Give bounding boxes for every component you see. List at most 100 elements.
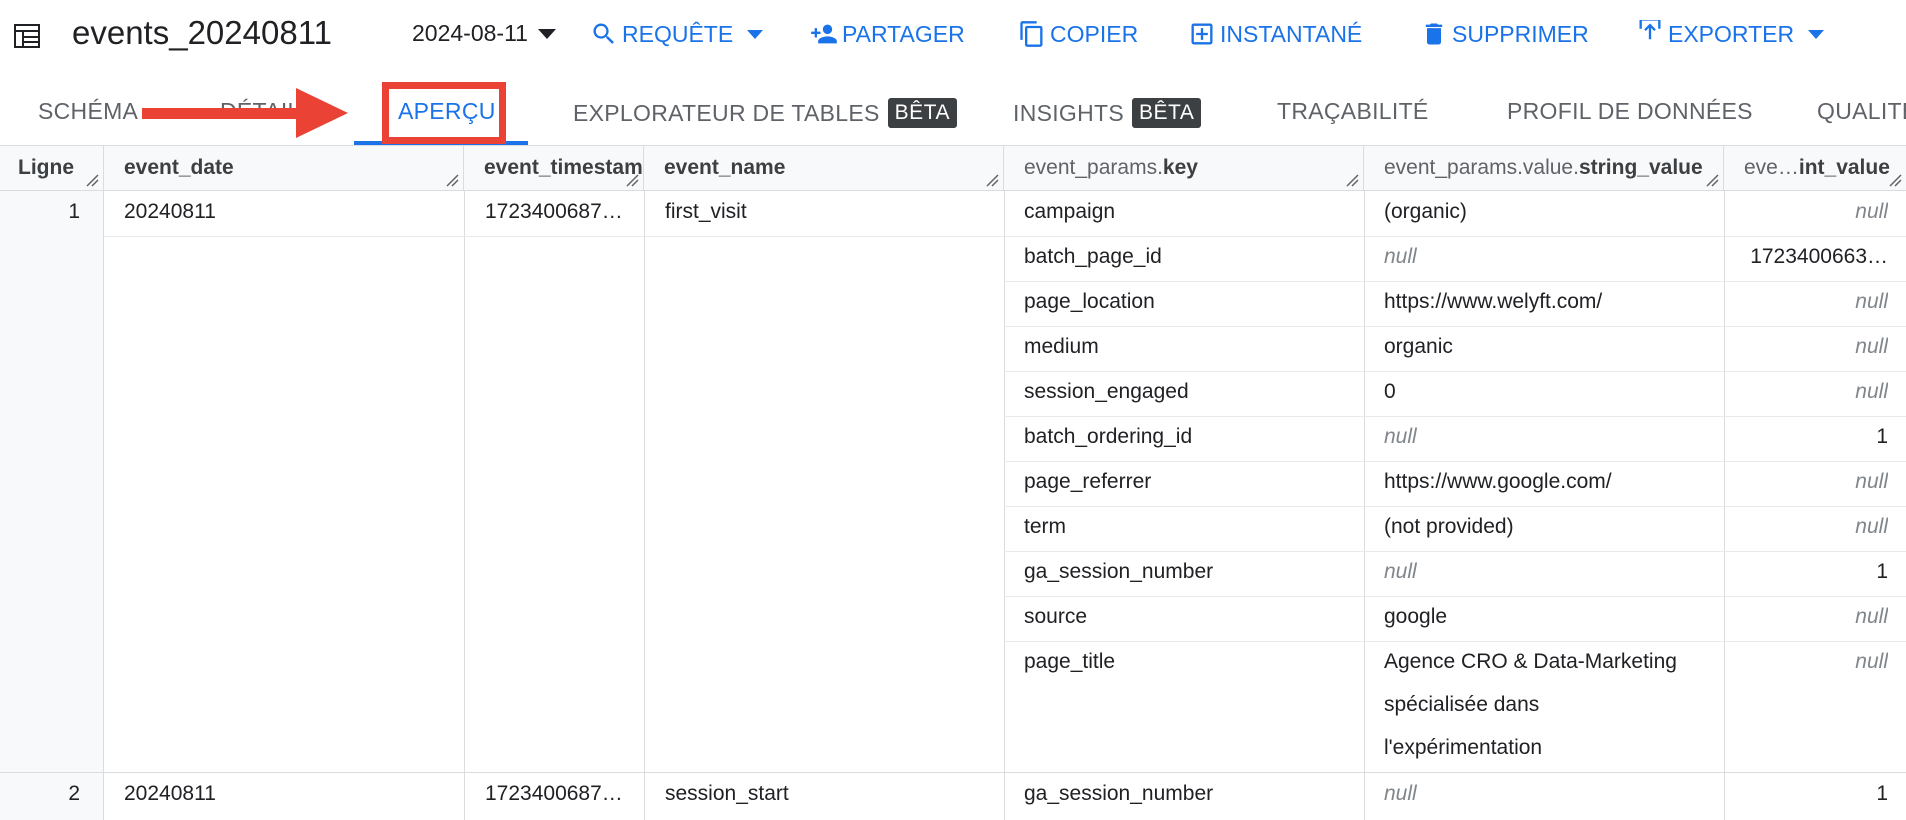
table-icon [14, 24, 40, 48]
tab-quality[interactable]: QUALITÉ [1817, 98, 1906, 125]
header-event-name[interactable]: event_name [644, 146, 1004, 191]
chevron-down-icon [1808, 29, 1825, 39]
beta-badge: BÊTA [1132, 98, 1202, 128]
cell-param-int-value[interactable]: 1 [1740, 782, 1888, 806]
cell-param-string-value[interactable]: https://www.google.com/ [1384, 470, 1714, 494]
chevron-down-icon [747, 29, 764, 39]
tab-data-profile[interactable]: PROFIL DE DONNÉES [1507, 98, 1753, 125]
cell-param-int-value[interactable]: null [1740, 470, 1888, 494]
cell-param-string-value[interactable]: https://www.welyft.com/ [1384, 290, 1714, 314]
cell-param-key[interactable]: page_location [1024, 290, 1354, 314]
cell-param-int-value[interactable]: null [1740, 605, 1888, 629]
cell-param-string-value[interactable]: organic [1384, 335, 1714, 359]
query-button[interactable]: REQUÊTE [590, 20, 764, 48]
cell-param-key[interactable]: page_title [1024, 650, 1354, 674]
cell-param-string-value[interactable]: null [1384, 560, 1714, 584]
resize-handle-icon[interactable] [1705, 173, 1719, 187]
resize-handle-icon[interactable] [625, 173, 639, 187]
tab-lineage[interactable]: TRAÇABILITÉ [1277, 98, 1429, 125]
cell-param-key[interactable]: source [1024, 605, 1354, 629]
cell-event-date[interactable]: 20240811 [124, 782, 454, 806]
cell-param-int-value[interactable]: null [1740, 380, 1888, 404]
resize-handle-icon[interactable] [445, 173, 459, 187]
cell-event-name[interactable]: first_visit [665, 200, 995, 224]
snapshot-icon [1191, 23, 1213, 45]
cell-param-string-value[interactable]: (not provided) [1384, 515, 1714, 539]
header-params-string-value[interactable]: event_params.value.string_value [1364, 146, 1724, 191]
upload-icon [1639, 20, 1661, 40]
row-divider [104, 236, 1004, 237]
annotation-arrow [142, 108, 312, 119]
cell-param-int-value[interactable]: 1 [1740, 560, 1888, 584]
cell-event-timestamp[interactable]: 1723400687… [485, 782, 637, 806]
row-divider [1004, 326, 1906, 327]
cell-param-int-value[interactable]: 1723400663… [1740, 245, 1888, 269]
row-divider [0, 772, 1906, 773]
copy-icon [1020, 21, 1043, 47]
chevron-down-icon [537, 28, 556, 39]
tab-table-explorer[interactable]: EXPLORATEUR DE TABLES BÊTA [573, 98, 957, 128]
resize-handle-icon[interactable] [1345, 173, 1359, 187]
cell-param-string-value[interactable]: null [1384, 782, 1714, 806]
cell-param-string-value[interactable]: l'expérimentation [1384, 736, 1714, 760]
cell-event-timestamp[interactable]: 1723400687… [485, 200, 637, 224]
date-selector[interactable]: 2024-08-11 [412, 20, 556, 47]
header-params-key[interactable]: event_params.key [1004, 146, 1364, 191]
cell-event-date[interactable]: 20240811 [124, 200, 454, 224]
export-button[interactable]: EXPORTER [1636, 20, 1825, 48]
cell-param-string-value[interactable]: google [1384, 605, 1714, 629]
cell-param-int-value[interactable]: 1 [1740, 425, 1888, 449]
cell-param-int-value[interactable]: null [1740, 650, 1888, 674]
cell-param-string-value[interactable]: (organic) [1384, 200, 1714, 224]
cell-param-key[interactable]: batch_page_id [1024, 245, 1354, 269]
cell-param-string-value[interactable]: null [1384, 245, 1714, 269]
cell-param-int-value[interactable]: null [1740, 200, 1888, 224]
header-ligne[interactable]: Ligne [0, 146, 104, 191]
cell-param-key[interactable]: page_referrer [1024, 470, 1354, 494]
person-add-icon [811, 24, 837, 44]
copy-button[interactable]: COPIER [1018, 20, 1138, 48]
cell-param-key[interactable]: ga_session_number [1024, 782, 1354, 806]
header-event-timestamp[interactable]: event_timestamp [464, 146, 644, 191]
cell-param-string-value[interactable]: 0 [1384, 380, 1714, 404]
share-button[interactable]: PARTAGER [810, 20, 965, 48]
cell-param-key[interactable]: ga_session_number [1024, 560, 1354, 584]
header-event-date[interactable]: event_date [104, 146, 464, 191]
cell-param-key[interactable]: batch_ordering_id [1024, 425, 1354, 449]
header-params-int-value[interactable]: eve…int_value [1724, 146, 1906, 191]
column-divider [464, 191, 465, 820]
resize-handle-icon[interactable] [1888, 173, 1902, 187]
row-divider [1004, 281, 1906, 282]
tab-schema[interactable]: SCHÉMA [38, 98, 138, 125]
cell-param-int-value[interactable]: null [1740, 335, 1888, 359]
row-number-column [0, 191, 104, 820]
cell-param-int-value[interactable]: null [1740, 290, 1888, 314]
row-divider [1004, 461, 1906, 462]
cell-param-string-value[interactable]: spécialisée dans [1384, 693, 1714, 717]
delete-button[interactable]: SUPPRIMER [1420, 20, 1589, 48]
cell-param-key[interactable]: campaign [1024, 200, 1354, 224]
annotation-arrow-head [296, 88, 348, 138]
row-divider [1004, 641, 1906, 642]
cell-param-int-value[interactable]: null [1740, 515, 1888, 539]
page-title: events_20240811 [72, 14, 332, 51]
row-divider [1004, 416, 1906, 417]
cell-param-key[interactable]: term [1024, 515, 1354, 539]
search-icon [593, 23, 614, 44]
cell-param-key[interactable]: medium [1024, 335, 1354, 359]
toolbar: events_20240811 2024-08-11 REQUÊTE PARTA… [0, 0, 1906, 74]
tab-insights[interactable]: INSIGHTS BÊTA [1013, 98, 1202, 128]
preview-grid: Ligne event_date event_timestamp event_n… [0, 146, 1906, 820]
cell-param-key[interactable]: session_engaged [1024, 380, 1354, 404]
cell-param-string-value[interactable]: null [1384, 425, 1714, 449]
snapshot-button[interactable]: INSTANTANÉ [1188, 20, 1362, 48]
row-divider [1004, 596, 1906, 597]
resize-handle-icon[interactable] [985, 173, 999, 187]
annotation-highlight-box [382, 82, 506, 144]
row-number: 1 [68, 200, 80, 223]
row-divider [1004, 371, 1906, 372]
cell-param-string-value[interactable]: Agence CRO & Data-Marketing [1384, 650, 1714, 674]
beta-badge: BÊTA [887, 98, 957, 128]
cell-event-name[interactable]: session_start [665, 782, 995, 806]
resize-handle-icon[interactable] [85, 173, 99, 187]
